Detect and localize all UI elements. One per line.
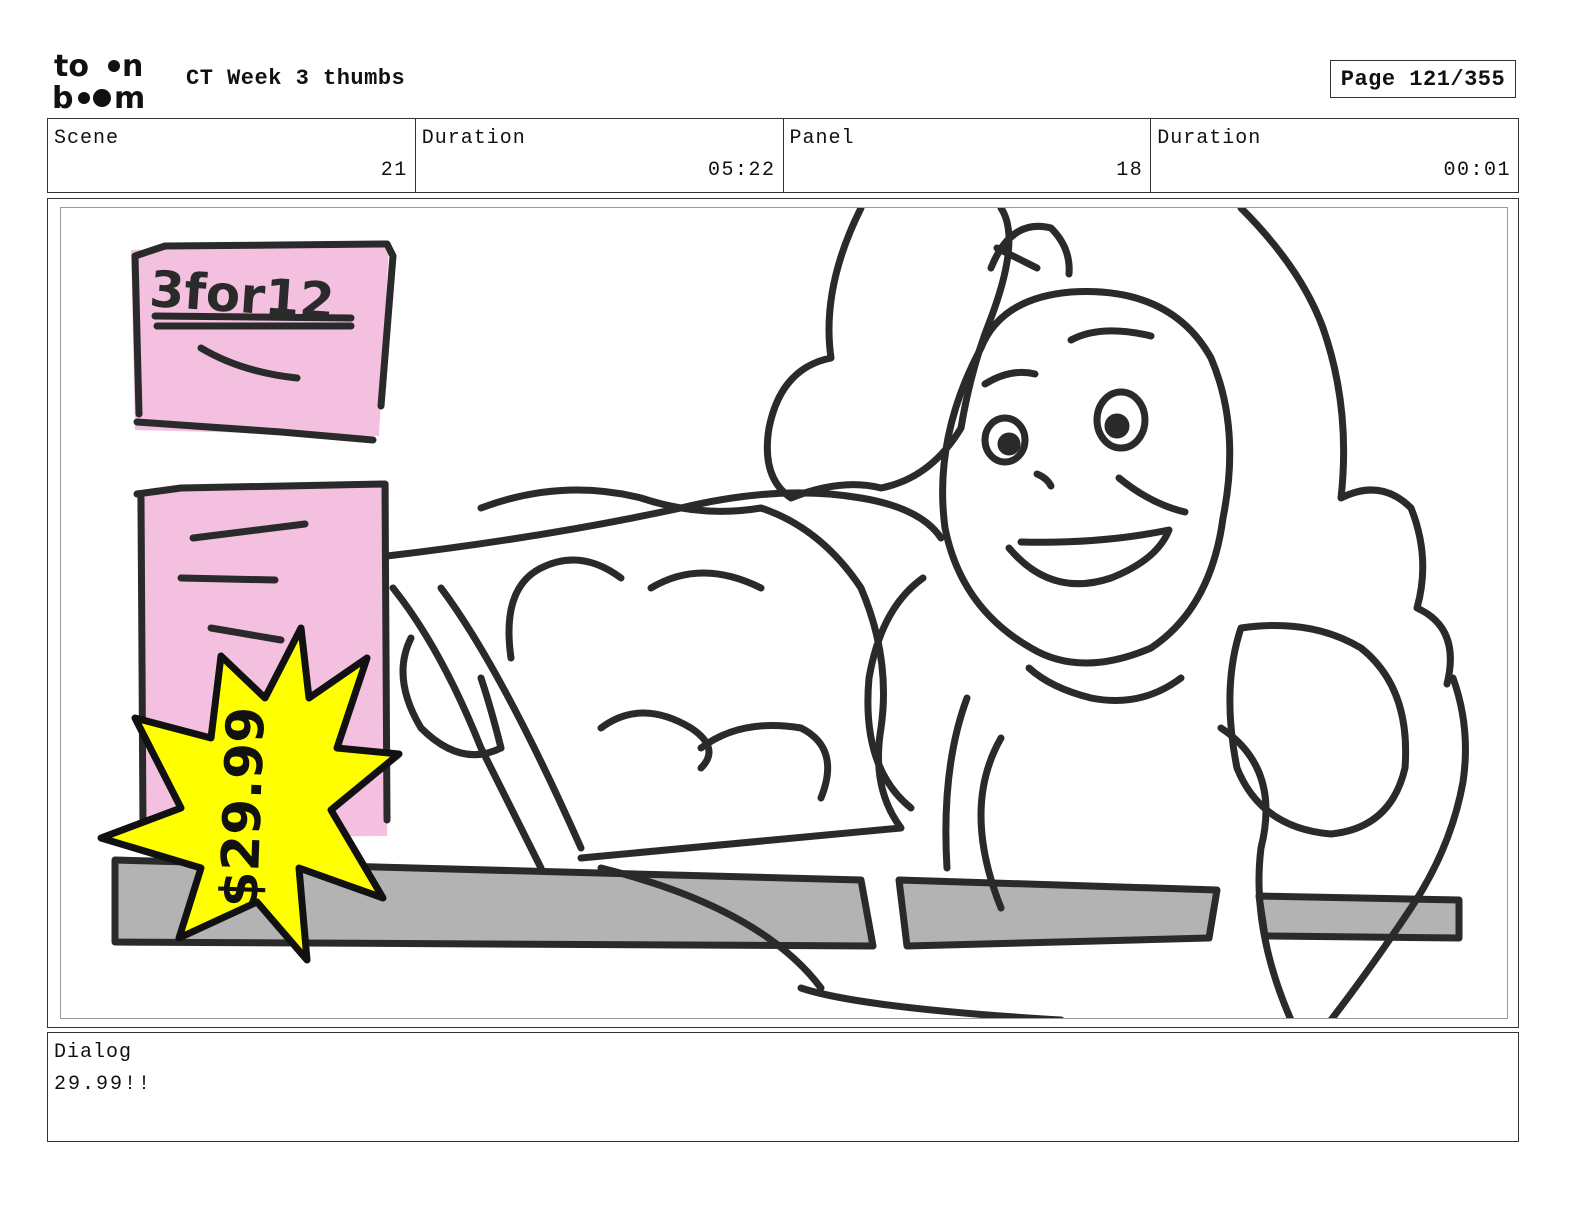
scene-duration-value: 05:22 xyxy=(707,159,776,182)
scene-label: Scene xyxy=(54,127,120,150)
body-front xyxy=(977,724,1294,1018)
logo-top-right-text: n xyxy=(122,50,143,84)
logo-bottom-right-text: m xyxy=(114,81,145,112)
body-neck xyxy=(1025,664,1185,704)
face-pupil-right xyxy=(1104,413,1130,439)
scene-duration-label: Duration xyxy=(421,127,526,150)
face-brow-left xyxy=(981,368,1039,388)
face-brow-right xyxy=(1067,327,1155,344)
logo-top-left-text: to xyxy=(54,50,89,84)
logo-dot xyxy=(93,89,111,107)
logo-dot xyxy=(78,92,90,104)
scene-value: 21 xyxy=(380,159,408,182)
body-right xyxy=(1226,622,1410,838)
dialog-text: 29.99!! xyxy=(54,1073,153,1096)
logo-bottom-left-text: b xyxy=(52,81,73,112)
face-outline xyxy=(939,288,1234,667)
dialog-label: Dialog xyxy=(54,1041,133,1064)
page-number: Page 121/355 xyxy=(1330,60,1516,98)
face-cheek xyxy=(1115,474,1189,516)
dialog-box: Dialog 29.99!! xyxy=(47,1032,1519,1142)
tray xyxy=(477,486,905,862)
face-smile xyxy=(1005,526,1173,588)
panel-duration-cell: Duration 00:01 xyxy=(1151,119,1518,192)
panel-cell: Panel 18 xyxy=(784,119,1152,192)
panel-drawing: 3for12 $29.99 xyxy=(97,208,1469,1018)
counter-right xyxy=(1255,892,1463,942)
panel-artwork: 3for12 $29.99 xyxy=(60,207,1508,1019)
face-pupil-left xyxy=(997,432,1021,456)
panel-value: 18 xyxy=(1116,159,1144,182)
face-nose xyxy=(1033,470,1055,490)
scene-info-table: Scene 21 Duration 05:22 Panel 18 Duratio… xyxy=(47,118,1519,193)
counter-middle xyxy=(895,876,1221,950)
panel-duration-label: Duration xyxy=(1157,127,1262,150)
document-title: CT Week 3 thumbs xyxy=(186,66,406,91)
panel-label: Panel xyxy=(789,127,855,150)
toon-boom-logo: to n b m xyxy=(52,50,164,112)
hair-outline xyxy=(763,208,1013,502)
panel-duration-value: 00:01 xyxy=(1443,159,1511,182)
logo-dot xyxy=(108,60,120,72)
tray-clouds xyxy=(505,556,832,802)
price-text: $29.99 xyxy=(210,706,277,909)
scene-duration-cell: Duration 05:22 xyxy=(416,119,784,192)
scene-cell: Scene 21 xyxy=(48,119,416,192)
storyboard-panel: 3for12 $29.99 xyxy=(47,198,1519,1028)
